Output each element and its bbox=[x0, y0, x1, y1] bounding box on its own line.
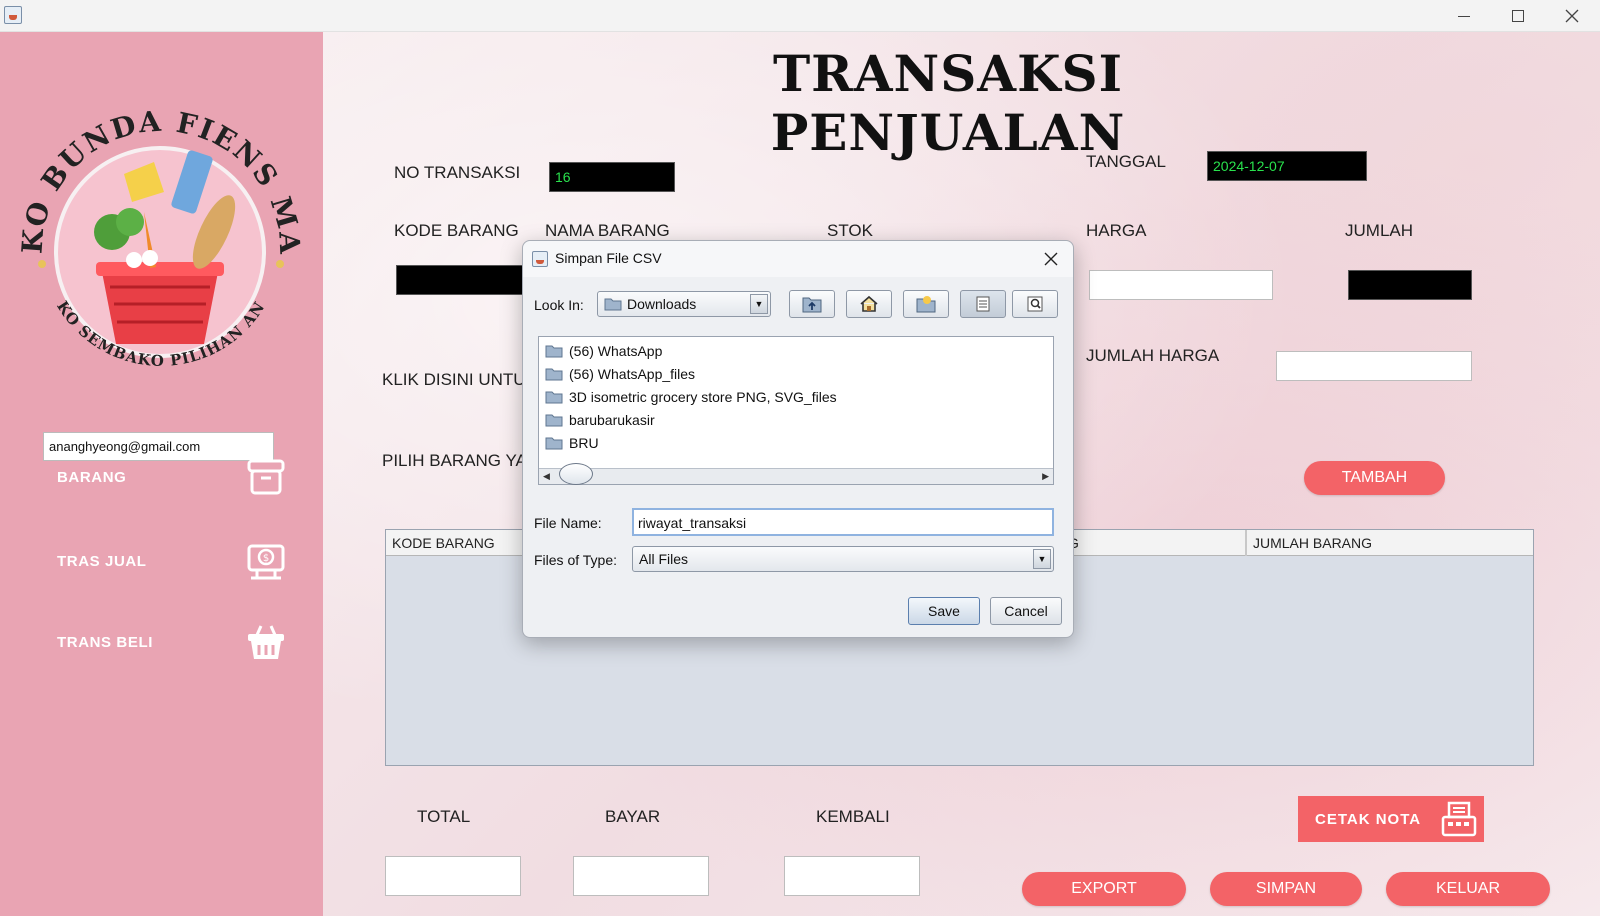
list-view-icon bbox=[976, 296, 990, 312]
total-field[interactable] bbox=[385, 856, 521, 896]
klik-disini-label[interactable]: KLIK DISINI UNTU bbox=[382, 370, 526, 390]
scroll-left-icon[interactable]: ◀ bbox=[543, 471, 550, 482]
up-folder-icon bbox=[802, 297, 822, 313]
jumlah-field[interactable] bbox=[1348, 270, 1472, 300]
list-view-button[interactable] bbox=[960, 290, 1006, 318]
nama-barang-label: NAMA BARANG bbox=[545, 221, 670, 240]
file-list-item[interactable]: (56) WhatsApp_files bbox=[545, 363, 695, 385]
jumlah-label: JUMLAH bbox=[1345, 221, 1414, 240]
cash-register-icon: $ bbox=[247, 544, 285, 580]
files-of-type-value: All Files bbox=[639, 551, 689, 567]
stok-label: STOK bbox=[827, 221, 873, 240]
look-in-value: Downloads bbox=[627, 296, 697, 312]
home-icon bbox=[860, 295, 878, 312]
cetak-nota-label: CETAK NOTA bbox=[1315, 810, 1422, 828]
look-in-label: Look In: bbox=[534, 297, 584, 313]
file-name: barubarukasir bbox=[569, 412, 655, 428]
save-csv-dialog[interactable]: Simpan File CSV Look In: Downloads ▼ (56… bbox=[522, 240, 1074, 638]
kode-barang-field[interactable] bbox=[396, 265, 526, 295]
file-list-item[interactable]: barubarukasir bbox=[545, 409, 655, 431]
harga-field[interactable] bbox=[1089, 270, 1273, 300]
jumlah-harga-label: JUMLAH HARGA bbox=[1086, 346, 1220, 365]
java-app-icon bbox=[4, 6, 22, 24]
kode-barang-label: KODE BARANG bbox=[394, 221, 519, 240]
pilih-barang-label: PILIH BARANG YA bbox=[382, 451, 527, 470]
sidebar-item-tras-jual[interactable]: TRAS JUAL $ bbox=[57, 536, 287, 586]
cancel-button[interactable]: Cancel bbox=[990, 597, 1062, 625]
folder-icon bbox=[545, 414, 563, 427]
file-name: 3D isometric grocery store PNG, SVG_file… bbox=[569, 389, 837, 405]
scrollbar-thumb[interactable] bbox=[559, 463, 593, 485]
scroll-right-icon[interactable]: ▶ bbox=[1042, 471, 1049, 482]
file-name: BRU bbox=[569, 435, 599, 451]
sidebar-item-label: TRAS JUAL bbox=[57, 552, 147, 570]
save-button[interactable]: Save bbox=[908, 597, 980, 625]
files-of-type-label: Files of Type: bbox=[534, 552, 618, 568]
tanggal-field[interactable]: 2024-12-07 bbox=[1207, 151, 1367, 181]
dialog-title: Simpan File CSV bbox=[555, 250, 662, 266]
details-view-button[interactable] bbox=[1012, 290, 1058, 318]
export-button[interactable]: EXPORT bbox=[1022, 872, 1186, 906]
look-in-select[interactable]: Downloads ▼ bbox=[597, 291, 771, 317]
new-folder-button[interactable] bbox=[903, 290, 949, 318]
simpan-button[interactable]: SIMPAN bbox=[1210, 872, 1362, 906]
details-view-icon bbox=[1027, 296, 1043, 312]
file-name-label: File Name: bbox=[534, 515, 602, 531]
file-list-item[interactable]: BRU bbox=[545, 432, 599, 454]
horizontal-scrollbar[interactable]: ◀ ▶ bbox=[539, 463, 1053, 485]
table-column-header[interactable]: KODE BARANG bbox=[386, 530, 526, 556]
window-titlebar bbox=[0, 0, 1600, 32]
file-name: (56) WhatsApp bbox=[569, 343, 663, 359]
bayar-label: BAYAR bbox=[605, 807, 661, 826]
folder-icon bbox=[545, 437, 563, 450]
sidebar-item-label: TRANS BELI bbox=[57, 633, 153, 651]
page-title: TRANSAKSI PENJUALAN bbox=[770, 44, 1126, 162]
sidebar-item-barang[interactable]: BARANG bbox=[57, 452, 287, 502]
kembali-label: KEMBALI bbox=[816, 807, 890, 826]
chevron-down-icon[interactable]: ▼ bbox=[750, 294, 768, 314]
tanggal-label: TANGGAL bbox=[1086, 152, 1166, 171]
close-window-icon[interactable] bbox=[1545, 0, 1599, 32]
keluar-button[interactable]: KELUAR bbox=[1386, 872, 1550, 906]
up-folder-button[interactable] bbox=[789, 290, 835, 318]
cetak-nota-button[interactable]: CETAK NOTA bbox=[1298, 796, 1484, 842]
home-button[interactable] bbox=[846, 290, 892, 318]
harga-label: HARGA bbox=[1086, 221, 1147, 240]
file-list-item[interactable]: (56) WhatsApp bbox=[545, 340, 662, 362]
shopping-basket-icon bbox=[248, 625, 284, 659]
files-of-type-select[interactable]: All Files ▼ bbox=[632, 546, 1054, 572]
sidebar-item-label: BARANG bbox=[57, 468, 127, 486]
table-column-header[interactable]: JUMLAH BARANG bbox=[1246, 530, 1535, 556]
archive-box-icon bbox=[247, 459, 285, 495]
dialog-titlebar: Simpan File CSV bbox=[523, 241, 1073, 277]
file-name: (56) WhatsApp_files bbox=[569, 366, 696, 382]
java-app-icon bbox=[532, 251, 548, 267]
minimize-icon[interactable] bbox=[1437, 0, 1491, 32]
kembali-field[interactable] bbox=[784, 856, 920, 896]
folder-icon bbox=[545, 345, 563, 358]
store-logo: TOKO BUNDA FIENS MART TOKO SEMBAKO PILIH… bbox=[1, 56, 306, 382]
folder-icon bbox=[604, 298, 622, 311]
no-transaksi-field[interactable]: 16 bbox=[549, 162, 675, 192]
folder-icon bbox=[545, 368, 563, 381]
bayar-field[interactable] bbox=[573, 856, 709, 896]
chevron-down-icon[interactable]: ▼ bbox=[1033, 549, 1051, 569]
table-column-header[interactable]: G bbox=[1066, 530, 1246, 556]
maximize-icon[interactable] bbox=[1491, 0, 1545, 32]
sidebar: TOKO BUNDA FIENS MART TOKO SEMBAKO PILIH… bbox=[0, 32, 323, 916]
total-label: TOTAL bbox=[417, 807, 471, 826]
file-list-item[interactable]: 3D isometric grocery store PNG, SVG_file… bbox=[545, 386, 837, 408]
close-icon[interactable] bbox=[1039, 247, 1063, 271]
folder-icon bbox=[545, 391, 563, 404]
printer-icon bbox=[1441, 801, 1477, 837]
tambah-button[interactable]: TAMBAH bbox=[1304, 461, 1445, 495]
sidebar-item-trans-beli[interactable]: TRANS BELI bbox=[57, 617, 287, 667]
file-name-input[interactable]: riwayat_transaksi bbox=[632, 508, 1054, 536]
file-list[interactable]: (56) WhatsApp (56) WhatsApp_files 3D iso… bbox=[538, 336, 1054, 485]
no-transaksi-label: NO TRANSAKSI bbox=[394, 163, 521, 182]
svg-text:$: $ bbox=[263, 553, 269, 564]
jumlah-harga-field[interactable] bbox=[1276, 351, 1472, 381]
new-folder-icon bbox=[916, 296, 936, 313]
